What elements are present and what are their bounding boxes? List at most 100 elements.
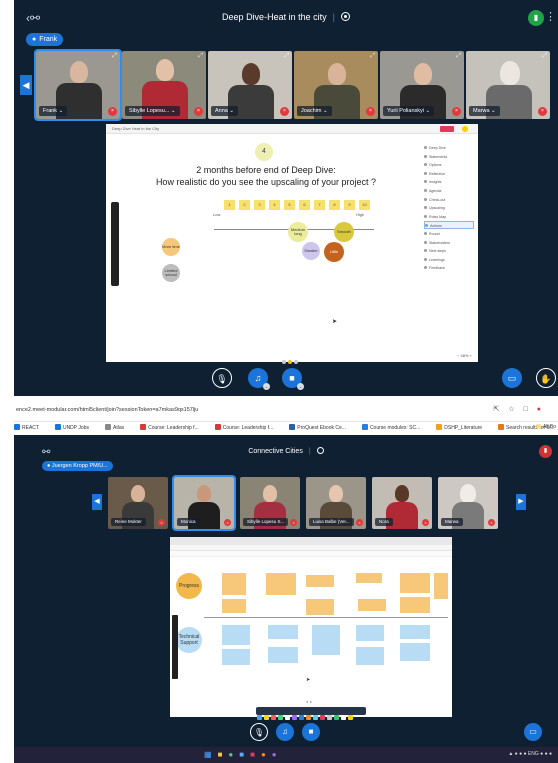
headphones-icon[interactable]: ♫: [276, 723, 294, 741]
camera-icon[interactable]: ■ ⌄: [282, 368, 304, 390]
board-pager[interactable]: [282, 351, 306, 364]
row-label-circle[interactable]: Technical Support: [176, 627, 202, 653]
video-tile[interactable]: Marwa ⌄ × ⤢: [466, 51, 550, 119]
sticky-note[interactable]: [268, 647, 298, 663]
drawing-toolbar[interactable]: [111, 202, 119, 286]
sticky-note[interactable]: [312, 625, 340, 655]
scale-option[interactable]: 4: [269, 200, 280, 210]
sticky-circle[interactable]: More time: [162, 238, 180, 256]
pager-dot[interactable]: [288, 360, 292, 364]
video-tile[interactable]: Luisa Balbe (Ver... ×: [306, 477, 366, 529]
sticky-note[interactable]: [222, 625, 250, 645]
dock-app-icon[interactable]: [334, 715, 339, 720]
sticky-note[interactable]: [356, 573, 382, 583]
sticky-note[interactable]: [306, 575, 334, 587]
dock-app-icon[interactable]: [264, 715, 269, 720]
prev-videos-button[interactable]: ◀: [92, 494, 102, 510]
dock-app-icon[interactable]: [320, 715, 325, 720]
more-options-icon[interactable]: ⋮: [545, 10, 556, 23]
dock-app-icon[interactable]: [278, 715, 283, 720]
expand-icon[interactable]: ⤢: [542, 53, 547, 60]
scale-option[interactable]: 3: [254, 200, 265, 210]
video-tile[interactable]: Yurii Polianskyi ⌄ × ⤢: [380, 51, 464, 119]
bookmark-item[interactable]: DSHP_Literature: [436, 424, 490, 431]
dock-app-icon[interactable]: [257, 715, 262, 720]
record-icon[interactable]: [340, 12, 350, 21]
extensions-icon[interactable]: □: [524, 406, 537, 413]
scale-option[interactable]: 6: [299, 200, 310, 210]
frame-list-item[interactable]: Upscaling: [424, 204, 474, 212]
sticky-note[interactable]: [400, 643, 430, 661]
raise-hand-icon[interactable]: ✋: [536, 368, 556, 388]
app-icon[interactable]: ■: [250, 750, 261, 759]
bookmark-item[interactable]: REACT: [14, 424, 47, 431]
pager-dot[interactable]: [294, 360, 298, 364]
scale-option[interactable]: 1: [224, 200, 235, 210]
frame-list-item[interactable]: Check-out: [424, 196, 474, 204]
frame-list-item[interactable]: Statements: [424, 153, 474, 161]
sticky-circle[interactable]: Medium long: [288, 222, 308, 242]
sticky-note[interactable]: [400, 625, 430, 639]
connection-stats-icon[interactable]: ▮: [539, 445, 552, 458]
video-tile[interactable]: Frank ⌄ × ⤢: [34, 49, 122, 121]
sticky-note[interactable]: [434, 573, 448, 599]
sticky-note[interactable]: [400, 573, 430, 593]
sticky-circle[interactable]: Smaller: [302, 242, 320, 260]
sticky-circle[interactable]: Smooth: [334, 222, 354, 242]
frame-list-item[interactable]: Agenda: [424, 187, 474, 195]
file-explorer-icon[interactable]: ■: [218, 750, 229, 759]
start-icon[interactable]: ▦: [204, 750, 218, 759]
shared-whiteboard[interactable]: Progress Technical Support ➤ ● ●: [170, 537, 452, 720]
expand-icon[interactable]: ⤢: [284, 53, 289, 60]
scale-option[interactable]: 5: [284, 200, 295, 210]
frame-list-item[interactable]: Roles Map: [424, 213, 474, 221]
bookmark-item[interactable]: Course: Leadership f...: [140, 424, 207, 431]
scale-option[interactable]: 10: [359, 200, 370, 210]
sticky-note[interactable]: [222, 649, 250, 665]
app-icon[interactable]: ●: [261, 750, 272, 759]
sticky-note[interactable]: [268, 625, 298, 639]
app-icon[interactable]: ●: [272, 750, 283, 759]
expand-icon[interactable]: ⤢: [370, 53, 375, 60]
dock-app-icon[interactable]: [341, 715, 346, 720]
frame-list-item[interactable]: Deep Dive: [424, 144, 474, 152]
sticky-circle[interactable]: Limited school: [162, 264, 180, 282]
bookmark-item[interactable]: UNDP Jobs: [54, 424, 97, 431]
expand-icon[interactable]: ⤢: [456, 53, 461, 60]
shared-whiteboard[interactable]: Deep Dive Heat in the City 4 2 months be…: [106, 124, 478, 364]
zoom-level[interactable]: − 48% +: [457, 353, 472, 358]
next-videos-button[interactable]: ▶: [516, 494, 526, 510]
sticky-note[interactable]: [266, 573, 296, 595]
bookmark-item[interactable]: ProQuest Ebook Ce...: [289, 424, 354, 431]
bookmark-item[interactable]: Course modules: SC...: [361, 424, 428, 431]
expand-icon[interactable]: ⤢: [198, 53, 203, 60]
bookmark-star-icon[interactable]: ☆: [508, 406, 523, 413]
language-indicator[interactable]: ENG: [528, 751, 539, 757]
screen-share-icon[interactable]: ▭: [524, 723, 542, 741]
headphones-icon[interactable]: ♫ ⌄: [248, 368, 270, 390]
expand-icon[interactable]: ⤢: [112, 53, 117, 60]
video-tile[interactable]: Monica ×: [172, 475, 236, 531]
video-tile[interactable]: Marwa ×: [438, 477, 498, 529]
dock-app-icon[interactable]: [327, 715, 332, 720]
video-tile[interactable]: Sibylle Lopesu S... ×: [240, 477, 300, 529]
pager-dot[interactable]: [282, 360, 286, 364]
dock-app-icon[interactable]: [306, 715, 311, 720]
connection-stats-icon[interactable]: ▮: [528, 10, 544, 26]
screen-share-icon[interactable]: ▭: [502, 368, 522, 388]
sticky-note[interactable]: [222, 599, 246, 613]
frame-list-item[interactable]: Insights: [424, 178, 474, 186]
sticky-note[interactable]: [358, 599, 386, 611]
all-bookmarks[interactable]: 📁 All Bo: [536, 421, 556, 433]
frame-list-item[interactable]: Feedback: [424, 264, 474, 272]
record-icon[interactable]: [316, 447, 324, 454]
frame-list-item[interactable]: Reflection: [424, 170, 474, 178]
dock-app-icon[interactable]: [313, 715, 318, 720]
video-tile[interactable]: Nora ×: [372, 477, 432, 529]
dock-app-icon[interactable]: [285, 715, 290, 720]
sticky-circle[interactable]: Little: [324, 242, 344, 262]
scale-option[interactable]: 7: [314, 200, 325, 210]
frame-list-item[interactable]: Next steps: [424, 247, 474, 255]
sticky-note[interactable]: [356, 625, 384, 641]
address-bar[interactable]: ence2.meet-modular.com/html5client/join?…: [16, 407, 198, 413]
